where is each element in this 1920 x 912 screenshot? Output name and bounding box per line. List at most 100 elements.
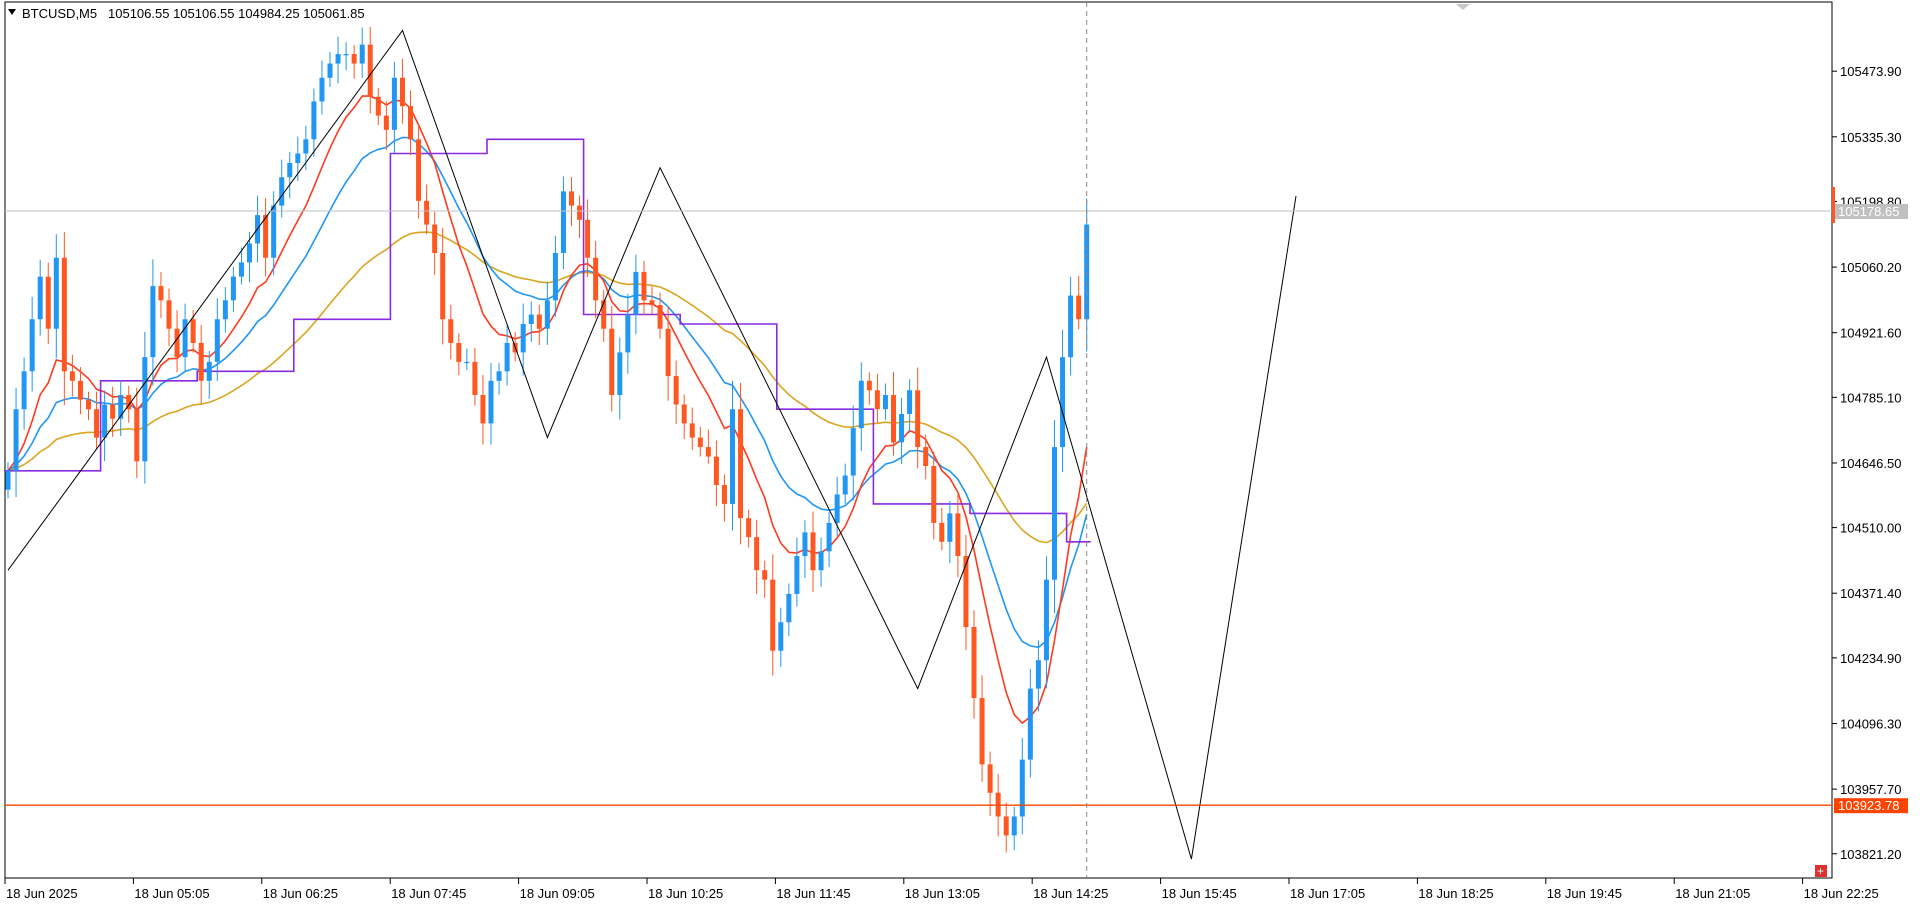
candle-body xyxy=(367,44,373,97)
candle-body xyxy=(496,371,502,381)
candle-body xyxy=(818,551,824,571)
candle-body xyxy=(625,314,631,353)
candle-body xyxy=(705,447,711,457)
candle-body xyxy=(214,319,220,362)
y-tick-label: 104510.00 xyxy=(1840,521,1901,536)
candle-body xyxy=(375,96,381,116)
candle-body xyxy=(424,200,430,225)
candle-body xyxy=(560,191,566,253)
candle-body xyxy=(29,319,35,372)
candle-body xyxy=(802,532,808,557)
candle-body xyxy=(882,395,888,410)
candle-body xyxy=(383,115,389,130)
x-tick-label: 18 Jun 13:05 xyxy=(905,886,980,901)
candle-body xyxy=(1035,660,1041,689)
candle-body xyxy=(770,579,776,651)
candle-body xyxy=(673,376,679,405)
ohlc-values: 105106.55 105106.55 104984.25 105061.85 xyxy=(108,6,365,21)
candle-body xyxy=(891,395,896,443)
y-tick-label: 104371.40 xyxy=(1840,586,1901,601)
candle-body xyxy=(69,371,75,381)
candle-body xyxy=(681,404,687,424)
candle-body xyxy=(408,106,413,140)
candle-body xyxy=(94,409,100,438)
candle-body xyxy=(102,404,108,438)
candle-body xyxy=(206,361,212,381)
support-price-tag-text: 103923.78 xyxy=(1838,798,1899,813)
x-tick-label: 18 Jun 17:05 xyxy=(1290,886,1365,901)
candle-body xyxy=(327,63,333,78)
candle-body xyxy=(391,77,397,130)
x-tick-label: 18 Jun 22:25 xyxy=(1804,886,1879,901)
candle-body xyxy=(198,342,204,381)
x-tick-label: 18 Jun 21:05 xyxy=(1675,886,1750,901)
candle-body xyxy=(1052,447,1057,580)
candle-body xyxy=(641,271,647,301)
candle-body xyxy=(907,390,913,414)
candle-body xyxy=(1027,688,1033,760)
candle-body xyxy=(295,153,301,163)
y-tick-label: 104921.60 xyxy=(1840,326,1901,341)
candle-body xyxy=(697,437,703,448)
candle-body xyxy=(633,271,639,315)
candle-body xyxy=(915,390,921,448)
candle-body xyxy=(359,44,365,64)
candle-body xyxy=(118,395,124,419)
candle-body xyxy=(609,328,615,396)
candle-body xyxy=(1011,816,1017,836)
candle-body xyxy=(271,205,277,258)
y-tick-label: 104234.90 xyxy=(1840,651,1901,666)
candle-body xyxy=(746,518,752,538)
candle-body xyxy=(730,409,735,504)
candle-body xyxy=(842,475,848,495)
candle-body xyxy=(738,409,744,519)
candle-body xyxy=(45,276,51,329)
candle-body xyxy=(77,380,83,400)
candle-body xyxy=(1076,295,1082,320)
candle-body xyxy=(279,177,285,206)
candle-body xyxy=(528,314,534,324)
y-tick-label: 105335.30 xyxy=(1840,130,1901,145)
candle-body xyxy=(931,466,937,523)
candle-body xyxy=(866,380,872,391)
candle-body xyxy=(939,522,945,542)
y-tick-label: 105473.90 xyxy=(1840,64,1901,79)
candle-body xyxy=(303,139,309,154)
x-tick-label: 18 Jun 11:45 xyxy=(776,886,850,901)
candle-body xyxy=(552,252,558,301)
candle-body xyxy=(335,54,341,64)
y-tick-label: 105060.20 xyxy=(1840,260,1901,275)
candle-body xyxy=(263,215,269,258)
candle-body xyxy=(858,380,864,429)
candle-body xyxy=(1003,816,1009,836)
candle-body xyxy=(778,622,784,651)
candle-body xyxy=(665,328,671,377)
candle-body xyxy=(657,305,663,329)
candle-body xyxy=(520,323,526,353)
candle-body xyxy=(1019,759,1025,817)
plus-icon: + xyxy=(1817,864,1824,878)
candle-body xyxy=(713,456,719,485)
y-tick-label: 104785.10 xyxy=(1840,390,1901,405)
x-tick-label: 18 Jun 05:05 xyxy=(134,886,209,901)
candle-body xyxy=(569,191,574,206)
candle-body xyxy=(399,77,405,107)
y-tick-label: 104096.30 xyxy=(1840,716,1901,731)
price-chart[interactable]: BTCUSD,M5 105106.55 105106.55 104984.25 … xyxy=(0,0,1920,912)
candle-body xyxy=(166,300,172,329)
x-tick-label: 18 Jun 06:25 xyxy=(263,886,338,901)
candle-body xyxy=(21,371,27,410)
candle-body xyxy=(86,399,91,410)
candle-body xyxy=(971,627,977,699)
candle-body xyxy=(1068,295,1074,358)
candle-body xyxy=(13,409,19,471)
x-tick-label: 18 Jun 10:25 xyxy=(648,886,723,901)
candle-body xyxy=(311,101,317,140)
candle-body xyxy=(504,342,510,372)
bid-price-tag-text: 105178.65 xyxy=(1838,204,1899,219)
candle-body xyxy=(1060,357,1066,448)
candle-body xyxy=(287,162,293,178)
candle-body xyxy=(850,428,856,476)
candle-body xyxy=(488,380,494,424)
bid-marker xyxy=(1832,186,1835,223)
